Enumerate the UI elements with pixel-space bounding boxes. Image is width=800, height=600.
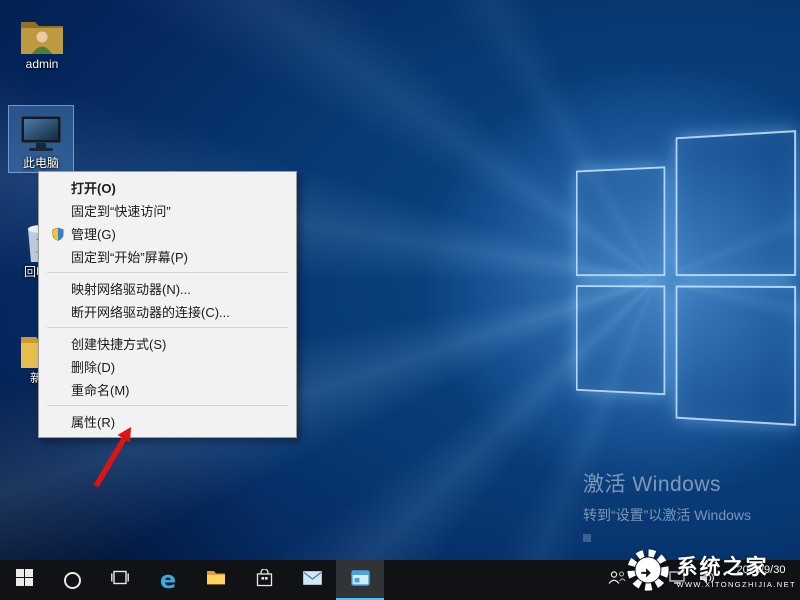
- menu-item-properties[interactable]: 属性(R): [39, 410, 296, 433]
- desktop-icon-label: 此电脑: [9, 157, 73, 170]
- menu-separator: [47, 327, 288, 328]
- taskbar-left-group: e: [0, 560, 384, 600]
- uac-shield-icon: [45, 226, 71, 242]
- menu-item-delete[interactable]: 删除(D): [39, 355, 296, 378]
- file-explorer-button[interactable]: [192, 560, 240, 600]
- gear-icon: [624, 546, 672, 599]
- active-app-icon: [351, 570, 370, 591]
- site-watermark-text: 系统之家 WWW.XITONGZHIJIA.NET: [676, 556, 796, 589]
- menu-icon-slot: [45, 359, 71, 375]
- people-icon: [608, 570, 626, 590]
- menu-item-pin-to-start[interactable]: 固定到“开始”屏幕(P): [39, 245, 296, 268]
- search-button[interactable]: [48, 560, 96, 600]
- activation-watermark: 激活 Windows 转到“设置”以激活 Windows: [583, 468, 751, 542]
- context-menu: 打开(O) 固定到“快速访问” 管理(G) 固定到“开始”屏幕(P) 映射网络驱…: [38, 171, 297, 438]
- store-icon: [256, 569, 273, 592]
- menu-item-disconnect-network-drive[interactable]: 断开网络驱动器的连接(C)...: [39, 300, 296, 323]
- menu-item-map-network-drive[interactable]: 映射网络驱动器(N)...: [39, 277, 296, 300]
- windows-logo-pane-top-right: [676, 130, 796, 276]
- menu-icon-slot: [45, 203, 71, 219]
- activation-mark: [583, 534, 591, 542]
- this-pc-icon: [9, 109, 73, 155]
- menu-icon-slot: [45, 336, 71, 352]
- menu-item-pin-quick-access[interactable]: 固定到“快速访问”: [39, 199, 296, 222]
- file-explorer-icon: [206, 569, 226, 591]
- start-icon: [16, 569, 33, 591]
- mail-button[interactable]: [288, 560, 336, 600]
- windows-logo-pane-bottom-right: [676, 286, 796, 426]
- search-icon: [64, 572, 81, 589]
- task-view-icon: [111, 570, 129, 590]
- windows-logo: [574, 128, 798, 426]
- menu-icon-slot: [45, 304, 71, 320]
- active-app-button[interactable]: [336, 560, 384, 600]
- menu-separator: [47, 272, 288, 273]
- site-watermark-logo: 系统之家 WWW.XITONGZHIJIA.NET: [624, 546, 796, 599]
- edge-icon: e: [160, 568, 176, 592]
- red-arrow-annotation: [80, 405, 150, 495]
- mail-icon: [303, 571, 322, 590]
- menu-item-rename[interactable]: 重命名(M): [39, 378, 296, 401]
- site-url: WWW.XITONGZHIJIA.NET: [676, 580, 796, 589]
- menu-icon-slot: [45, 414, 71, 430]
- desktop-icon-admin[interactable]: admin: [10, 10, 74, 71]
- start-button[interactable]: [0, 560, 48, 600]
- desktop-icon-this-pc[interactable]: 此电脑: [9, 106, 73, 172]
- windows-logo-pane-top-left: [576, 166, 665, 276]
- user-folder-icon: [10, 10, 74, 56]
- menu-icon-slot: [45, 281, 71, 297]
- edge-button[interactable]: e: [144, 560, 192, 600]
- task-view-button[interactable]: [96, 560, 144, 600]
- menu-item-manage[interactable]: 管理(G): [39, 222, 296, 245]
- windows-logo-pane-bottom-left: [576, 285, 665, 395]
- menu-icon-slot: [45, 382, 71, 398]
- site-title: 系统之家: [676, 556, 796, 579]
- menu-icon-slot: [45, 249, 71, 265]
- activation-title: 激活 Windows: [583, 468, 751, 498]
- menu-icon-slot: [45, 180, 71, 196]
- store-button[interactable]: [240, 560, 288, 600]
- desktop-icon-label: admin: [10, 58, 74, 71]
- activation-subtitle: 转到“设置”以激活 Windows: [583, 505, 751, 525]
- menu-item-create-shortcut[interactable]: 创建快捷方式(S): [39, 332, 296, 355]
- menu-item-open[interactable]: 打开(O): [39, 176, 296, 199]
